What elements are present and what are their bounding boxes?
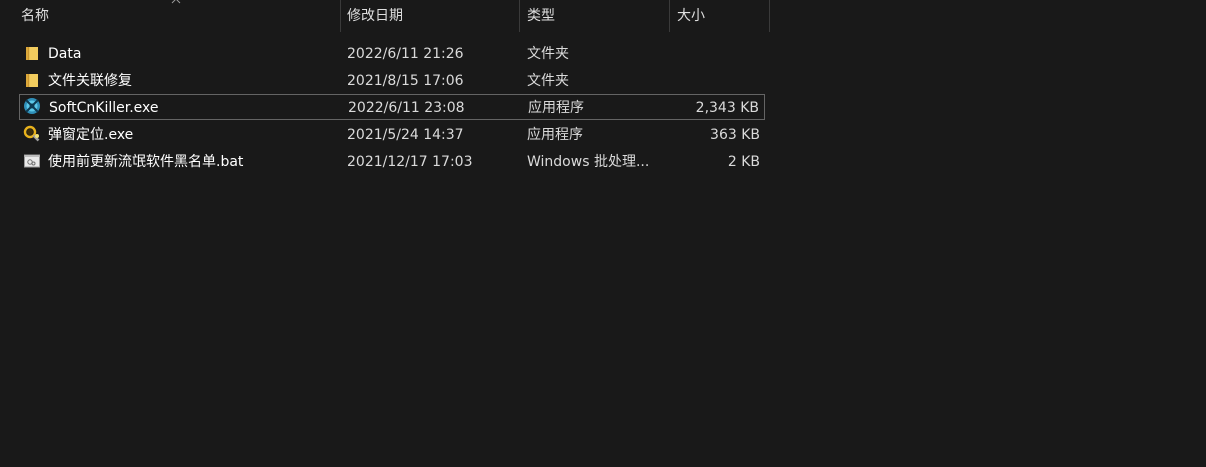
column-header-date[interactable]: 修改日期 bbox=[340, 0, 520, 32]
file-date: 2021/8/15 17:06 bbox=[347, 73, 464, 89]
file-type: 文件夹 bbox=[527, 46, 569, 62]
batch-file-icon bbox=[24, 154, 40, 168]
softcnkiller-app-icon bbox=[24, 98, 40, 114]
file-name: Data bbox=[48, 46, 82, 62]
file-row-update-blacklist-bat[interactable]: 使用前更新流氓软件黑名单.bat 2021/12/17 17:03 Window… bbox=[19, 149, 765, 175]
file-date: 2021/5/24 14:37 bbox=[347, 127, 464, 143]
folder-icon bbox=[26, 47, 38, 60]
magnifier-app-icon bbox=[23, 125, 40, 142]
file-name: 使用前更新流氓软件黑名单.bat bbox=[48, 154, 244, 170]
file-row-popup-locator[interactable]: 弹窗定位.exe 2021/5/24 14:37 应用程序 363 KB bbox=[19, 122, 765, 148]
file-size: 363 KB bbox=[710, 127, 760, 143]
column-divider[interactable] bbox=[769, 0, 770, 32]
folder-icon bbox=[26, 74, 38, 87]
column-header-type[interactable]: 类型 bbox=[520, 0, 670, 32]
file-row-softcnkiller[interactable]: SoftCnKiller.exe 2022/6/11 23:08 应用程序 2,… bbox=[19, 94, 765, 120]
file-explorer-list-view: 名称 修改日期 类型 大小 Data 2022/6/11 21:26 文件夹 文… bbox=[0, 0, 1206, 467]
file-name: 文件关联修复 bbox=[48, 73, 132, 89]
file-type: 应用程序 bbox=[528, 100, 584, 116]
file-date: 2022/6/11 21:26 bbox=[347, 46, 464, 62]
column-header-name[interactable]: 名称 bbox=[14, 0, 340, 32]
column-header-bar: 名称 修改日期 类型 大小 bbox=[0, 0, 770, 32]
file-type: Windows 批处理... bbox=[527, 154, 650, 170]
file-name: SoftCnKiller.exe bbox=[49, 100, 159, 116]
file-date: 2022/6/11 23:08 bbox=[348, 100, 465, 116]
column-header-size[interactable]: 大小 bbox=[670, 0, 770, 32]
file-row-data[interactable]: Data 2022/6/11 21:26 文件夹 bbox=[19, 41, 765, 67]
file-date: 2021/12/17 17:03 bbox=[347, 154, 473, 170]
file-type: 应用程序 bbox=[527, 127, 583, 143]
file-type: 文件夹 bbox=[527, 73, 569, 89]
file-size: 2 KB bbox=[727, 154, 760, 170]
file-name: 弹窗定位.exe bbox=[48, 127, 134, 143]
file-row-file-assoc-repair[interactable]: 文件关联修复 2021/8/15 17:06 文件夹 bbox=[19, 68, 765, 94]
file-size: 2,343 KB bbox=[695, 100, 759, 116]
